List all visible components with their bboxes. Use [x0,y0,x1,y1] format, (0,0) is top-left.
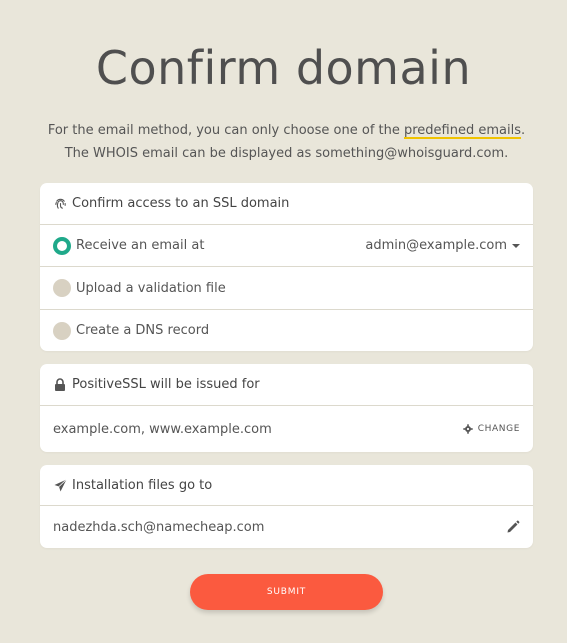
install-email-row: nadezhda.sch@namecheap.com [40,506,533,548]
lock-icon [53,378,67,392]
option-upload-file-label: Upload a validation file [76,280,226,296]
page-title: Confirm domain [95,41,472,95]
subtitle-line-2: The WHOIS email can be displayed as some… [64,146,509,161]
ssl-card-header: Confirm access to an SSL domain [40,183,533,225]
subtitle-line-1: For the email method, you can only choos… [40,119,533,142]
email-dropdown-value: admin@example.com [365,238,507,253]
paper-plane-icon [53,478,67,492]
radio-email-selected[interactable] [53,236,71,255]
radio-upload-file[interactable] [53,279,71,297]
predefined-emails-link[interactable]: predefined emails [404,123,521,138]
subtitle-line-1-end: . [521,123,526,138]
option-upload-file[interactable]: Upload a validation file [40,267,533,310]
page-subtitle: For the email method, you can only choos… [40,119,533,165]
gear-icon [463,424,473,434]
option-email-label: Receive an email at [76,238,205,253]
page: Confirm domain For the email method, you… [0,0,567,643]
option-email[interactable]: Receive an email at admin@example.com [40,225,533,267]
install-card-header-label: Installation files go to [72,477,213,493]
submit-button[interactable]: SUBMIT [190,574,383,610]
issued-domains-row: example.com, www.example.com CHANGE [40,406,533,452]
subtitle-line-1-text: For the email method, you can only choos… [47,123,404,138]
issued-card-header-label: PositiveSSL will be issued for [72,377,260,392]
fingerprint-icon [53,197,67,211]
issued-domains-value: example.com, www.example.com [53,421,272,437]
issued-card-header: PositiveSSL will be issued for [40,364,533,406]
ssl-issued-card: PositiveSSL will be issued for example.c… [40,364,533,452]
change-button[interactable]: CHANGE [463,424,520,434]
pencil-icon[interactable] [506,520,520,534]
option-dns-record-label: Create a DNS record [76,323,210,338]
chevron-down-icon [512,243,520,248]
installation-card: Installation files go to nadezhda.sch@na… [40,465,533,548]
ssl-domain-card: Confirm access to an SSL domain Receive … [40,183,533,351]
install-email-value: nadezhda.sch@namecheap.com [53,519,265,535]
ssl-card-header-label: Confirm access to an SSL domain [72,196,290,211]
option-dns-record[interactable]: Create a DNS record [40,310,533,351]
email-dropdown[interactable]: admin@example.com [365,238,520,253]
radio-dns-record[interactable] [53,321,71,340]
change-button-label: CHANGE [477,424,520,434]
install-card-header: Installation files go to [40,465,533,506]
